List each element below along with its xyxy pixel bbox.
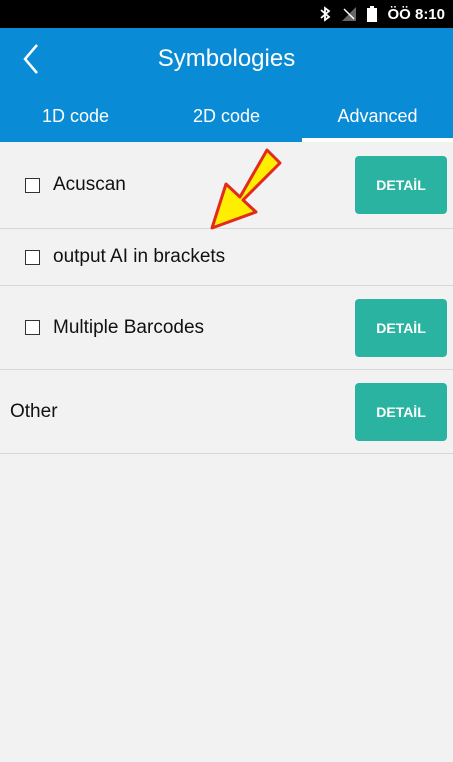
tab-advanced[interactable]: Advanced xyxy=(302,90,453,142)
app-bar: Symbologies xyxy=(0,28,453,90)
multiple-barcodes-label: Multiple Barcodes xyxy=(53,316,205,338)
list-item-other: Other DETAİL xyxy=(0,370,453,454)
list-item-multiple-barcodes: Multiple Barcodes DETAİL xyxy=(0,286,453,370)
status-bar: ÖÖ 8:10 xyxy=(0,0,453,28)
tab-1d-code[interactable]: 1D code xyxy=(0,90,151,142)
other-detail-button[interactable]: DETAİL xyxy=(355,382,447,441)
multiple-barcodes-detail-button[interactable]: DETAİL xyxy=(355,298,447,357)
output-ai-in-brackets-label: output AI in brackets xyxy=(53,246,226,267)
page-title: Symbologies xyxy=(157,45,296,72)
multiple-barcodes-checkbox[interactable] xyxy=(25,320,40,335)
list-item-acuscan: Acuscan DETAİL xyxy=(0,142,453,229)
tab-bar: 1D code 2D code Advanced xyxy=(0,90,453,142)
list-item-output-ai-in-brackets: output AI in brackets xyxy=(0,229,453,286)
tab-2d-code[interactable]: 2D code xyxy=(151,90,302,142)
acuscan-detail-button[interactable]: DETAİL xyxy=(355,156,447,214)
no-signal-icon xyxy=(341,6,357,22)
acuscan-label: Acuscan xyxy=(53,174,126,195)
other-label: Other xyxy=(10,400,58,422)
status-time: ÖÖ 8:10 xyxy=(387,5,445,23)
battery-icon xyxy=(367,6,378,22)
output-ai-in-brackets-checkbox[interactable] xyxy=(25,249,40,265)
settings-list: Acuscan DETAİL output AI in brackets Mul… xyxy=(0,142,453,454)
bluetooth-icon xyxy=(319,6,331,22)
acuscan-checkbox[interactable] xyxy=(25,177,40,193)
